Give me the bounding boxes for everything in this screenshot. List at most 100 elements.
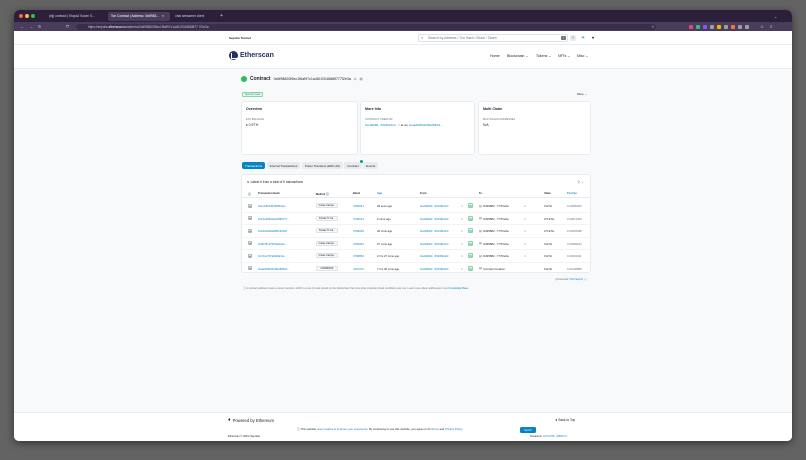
ethereum-icon: ♦ (228, 417, 231, 423)
nav-home[interactable]: Home (490, 54, 500, 58)
copy-icon[interactable]: ⧉ (461, 217, 463, 221)
csv-export-link[interactable]: CSV Export (569, 278, 583, 281)
url-field[interactable]: https://sepolia.etherscan.io/address/0x6… (76, 23, 656, 30)
txn-hash-link[interactable]: 0x1c1815d0259f44e0... (258, 204, 287, 208)
eye-icon[interactable]: ◉ (248, 253, 252, 258)
block-link[interactable]: 4767272 (353, 267, 364, 271)
nav-nfts[interactable]: NFTs ⌄ (558, 54, 570, 58)
extension-icon[interactable] (745, 24, 749, 29)
eye-icon[interactable]: ◉ (248, 241, 252, 245)
browser-tab-1[interactable]: (bij) contract | Etapa2 Sosen S... (46, 12, 106, 21)
contract-file-icon: ▤ (479, 241, 482, 246)
contract-file-icon: ▤ (479, 228, 482, 233)
maximize-window-icon[interactable] (31, 14, 35, 18)
eye-icon[interactable]: ◉ (248, 203, 252, 208)
copy-icon[interactable]: ⧉ (461, 267, 463, 271)
extension-icon[interactable] (738, 24, 742, 29)
knowledge-base-link[interactable]: Knowledge Base. (449, 287, 469, 290)
eye-icon[interactable]: ◉ (248, 266, 252, 270)
minimize-window-icon[interactable] (25, 14, 29, 18)
chevron-down-icon[interactable]: ⌄ (774, 12, 777, 21)
qr-code-icon[interactable]: ▦ (359, 77, 362, 81)
theme-toggle-icon[interactable]: ☀ (580, 35, 586, 41)
block-link[interactable]: 4769026 (353, 229, 364, 233)
eye-icon[interactable]: ◉ (248, 228, 252, 233)
tab-internal-transactions[interactable]: Internal Transactions (266, 162, 301, 169)
creator-txn-link[interactable]: 0xaa4f4f0d1f48ad5fb01... (409, 123, 443, 127)
block-link[interactable]: 4768863 (353, 254, 364, 258)
copy-icon[interactable]: ⧉ (524, 242, 526, 246)
copy-icon[interactable]: ⧉ (398, 123, 400, 127)
donations-address-link[interactable]: 0x71c765...d8976f (543, 435, 564, 438)
from-address-link[interactable]: 0xe90b8d...50236b4c3 (420, 267, 448, 271)
copy-icon[interactable]: ⧉ (524, 254, 526, 258)
filter-icon[interactable]: ⚲ ⌄ (577, 180, 584, 184)
close-window-icon[interactable] (19, 14, 23, 18)
txn-hash-link[interactable]: 0x13e29504a01995777... (258, 217, 290, 221)
nav-tokens[interactable]: Tokens ⌄ (536, 54, 551, 58)
from-address-link[interactable]: 0xe90b8d...50236b4c3 (420, 204, 448, 208)
extension-icon[interactable] (703, 24, 707, 29)
copy-icon[interactable]: ⧉ (461, 229, 463, 233)
copy-icon[interactable]: ⧉ (524, 204, 526, 208)
table-row: ◉ 0x1c1815d0259f44e0... Create Campa... … (242, 200, 590, 213)
shield-icon[interactable]: ⛉ (66, 22, 69, 31)
copy-icon[interactable]: ⧉ (461, 204, 463, 208)
terms-link[interactable]: Terms (431, 427, 439, 431)
extension-icon[interactable] (731, 24, 735, 29)
txn-hash-link[interactable]: 0x9b78c4795f1ab20e... (258, 242, 287, 246)
menu-icon[interactable]: ≡ (770, 22, 772, 31)
tab-contract[interactable]: Contract (344, 160, 363, 169)
age-text: 6 mins ago (377, 216, 391, 221)
privacy-link[interactable]: Privacy Policy. (445, 427, 463, 431)
txn-hash-link[interactable]: 0xaa4f4f0d1f48ad5fb01... (258, 267, 290, 271)
extension-icon[interactable] (717, 24, 721, 29)
block-link[interactable]: 4769041 (353, 204, 364, 208)
forward-icon[interactable]: → (29, 22, 33, 31)
tab-token-transfers[interactable]: Token Transfers (ERC-20) (301, 162, 343, 169)
browser-tab-3[interactable]: ohai seesamer client (172, 12, 218, 21)
nav-blockchain[interactable]: Blockchain ⌄ (507, 54, 528, 58)
block-link[interactable]: 4769022 (353, 242, 364, 246)
copy-icon[interactable]: ⧉ (354, 77, 357, 81)
more-dropdown-button[interactable]: More ⌄ (577, 92, 587, 96)
extension-icon[interactable] (724, 24, 728, 29)
from-address-link[interactable]: 0xe90b8d...50236b4c3 (420, 217, 448, 221)
creator-address-link[interactable]: 0xe90b8d...50236b4c3 (365, 123, 396, 127)
browser-tab-2[interactable]: Ton Contract | Address: 0x6f983... × (108, 12, 170, 21)
profile-icon[interactable]: ☺ (760, 22, 764, 31)
eye-icon[interactable]: ◉ (248, 216, 252, 220)
bookmark-star-icon[interactable]: ☆ (651, 22, 655, 31)
from-address-link[interactable]: 0xe90b8d...50236b4c3 (420, 254, 448, 258)
extension-icon[interactable] (710, 24, 714, 29)
back-to-top-link[interactable]: ⬆ Back to Top (555, 418, 575, 422)
close-tab-icon[interactable]: × (162, 14, 164, 18)
tab-events[interactable]: Events (363, 162, 379, 169)
search-submit-icon[interactable]: ⌕ (570, 35, 576, 41)
sponsored-badge[interactable]: Sponsor Code (242, 92, 264, 97)
cookies-link[interactable]: uses cookies to improve your experience. (317, 427, 368, 431)
txn-hash-link[interactable]: 0x72ce797a6d0fa1fe... (258, 254, 286, 258)
extension-icon[interactable] (689, 24, 693, 29)
copy-icon[interactable]: ⧉ (524, 229, 526, 233)
powered-by[interactable]: ♦ Powered by Ethereum (228, 417, 274, 423)
copy-icon[interactable]: ⧉ (524, 217, 526, 221)
block-link[interactable]: 4769014 (353, 217, 364, 221)
txn-hash-link[interactable]: 0xb21b8a8a9581301f8... (258, 229, 289, 233)
new-tab-button[interactable]: + (220, 12, 223, 21)
copy-icon[interactable]: ⧉ (461, 242, 463, 246)
nav-misc[interactable]: Misc ⌄ (577, 54, 588, 58)
copy-icon[interactable]: ⧉ (461, 254, 463, 258)
reload-icon[interactable]: ↻ (38, 22, 41, 31)
got-it-button[interactable]: Got It! (520, 426, 536, 433)
from-address-link[interactable]: 0xe90b8d...50236b4c3 (420, 229, 448, 233)
ethereum-icon[interactable]: ♦ (590, 35, 596, 41)
tab-transactions[interactable]: Transactions (242, 162, 266, 169)
back-icon[interactable]: ← (20, 22, 24, 31)
extension-icon[interactable] (696, 24, 700, 29)
from-address-link[interactable]: 0xe90b8d...50236b4c3 (420, 242, 448, 246)
search-input[interactable]: ⌕ Search by Address / Txn Hash / Block /… (418, 34, 568, 42)
etherscan-logo[interactable]: Etherscan (229, 51, 274, 60)
col-age[interactable]: Age (377, 192, 382, 195)
col-txn-fee[interactable]: Txn Fee (567, 192, 577, 195)
